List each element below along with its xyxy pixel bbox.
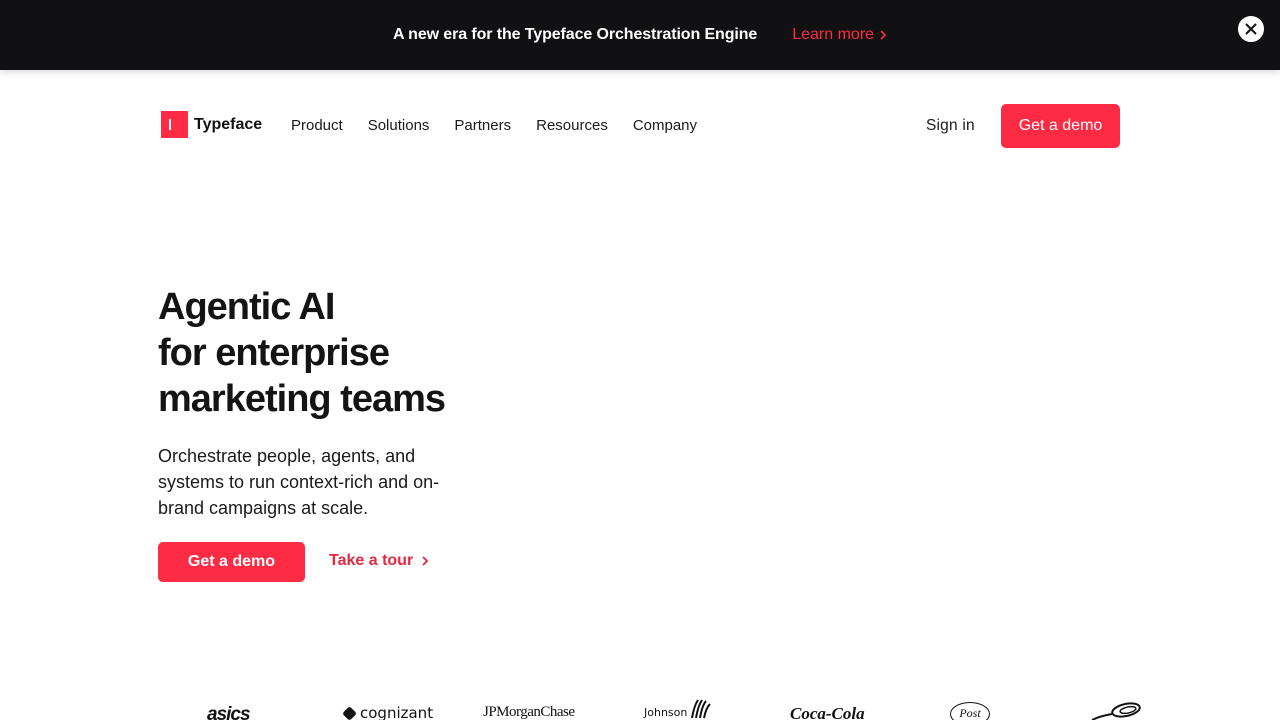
chevron-right-icon: [422, 556, 429, 566]
close-banner-button[interactable]: [1237, 15, 1265, 43]
banner-link-label: Learn more: [792, 26, 875, 43]
cognizant-mark-icon: [342, 705, 357, 720]
nav-item-resources[interactable]: Resources: [536, 117, 608, 134]
logo-wordmark: Typeface: [194, 115, 263, 133]
logo-asics: asics: [207, 704, 251, 720]
hero-title-line: for enterprise: [158, 332, 390, 374]
logo-johnson: Johnson: [644, 706, 688, 719]
logo-coca-cola: Coca-Cola: [790, 704, 865, 720]
hero-subtitle: Orchestrate people, agents, and systems …: [158, 446, 440, 518]
nav-item-solutions[interactable]: Solutions: [368, 117, 430, 134]
take-tour-label: Take a tour: [329, 552, 414, 569]
nav-item-company[interactable]: Company: [633, 117, 697, 134]
main-navigation: Typeface Product Solutions Partners Reso…: [0, 70, 1280, 182]
hero-get-demo-button[interactable]: Get a demo: [158, 542, 305, 582]
hero-title-line: marketing teams: [158, 378, 446, 420]
logo-cognizant-text: cognizant: [360, 704, 434, 720]
customer-logos-strip: asics cognizant JPMorganChase Johnson Co…: [0, 696, 1280, 720]
logo-cognizant: cognizant: [342, 704, 434, 720]
sign-in-link[interactable]: Sign in: [926, 117, 975, 135]
johnson-mark-icon: [691, 699, 711, 719]
nav-get-demo-button[interactable]: Get a demo: [1001, 104, 1120, 148]
banner-learn-more-link[interactable]: Learn more: [792, 26, 887, 44]
nav-links: Product Solutions Partners Resources Com…: [291, 117, 722, 134]
nav-item-product[interactable]: Product: [291, 117, 343, 134]
close-icon: [1245, 23, 1257, 35]
logo-mark-icon: [161, 111, 188, 138]
chevron-right-icon: [880, 30, 887, 40]
nav-item-partners[interactable]: Partners: [454, 117, 511, 134]
logo-post: Post: [950, 702, 990, 720]
logo-jpmorganchase: JPMorganChase: [483, 704, 575, 720]
hero-title-line: Agentic AI: [158, 286, 336, 328]
announcement-banner: A new era for the Typeface Orchestration…: [0, 0, 1280, 70]
swirl-logo-icon: [1091, 702, 1141, 720]
typeface-logo[interactable]: Typeface: [161, 111, 262, 138]
hero-title: Agentic AI for enterprise marketing team…: [158, 284, 446, 422]
take-tour-link[interactable]: Take a tour: [329, 552, 429, 570]
banner-text: A new era for the Typeface Orchestration…: [392, 26, 758, 43]
